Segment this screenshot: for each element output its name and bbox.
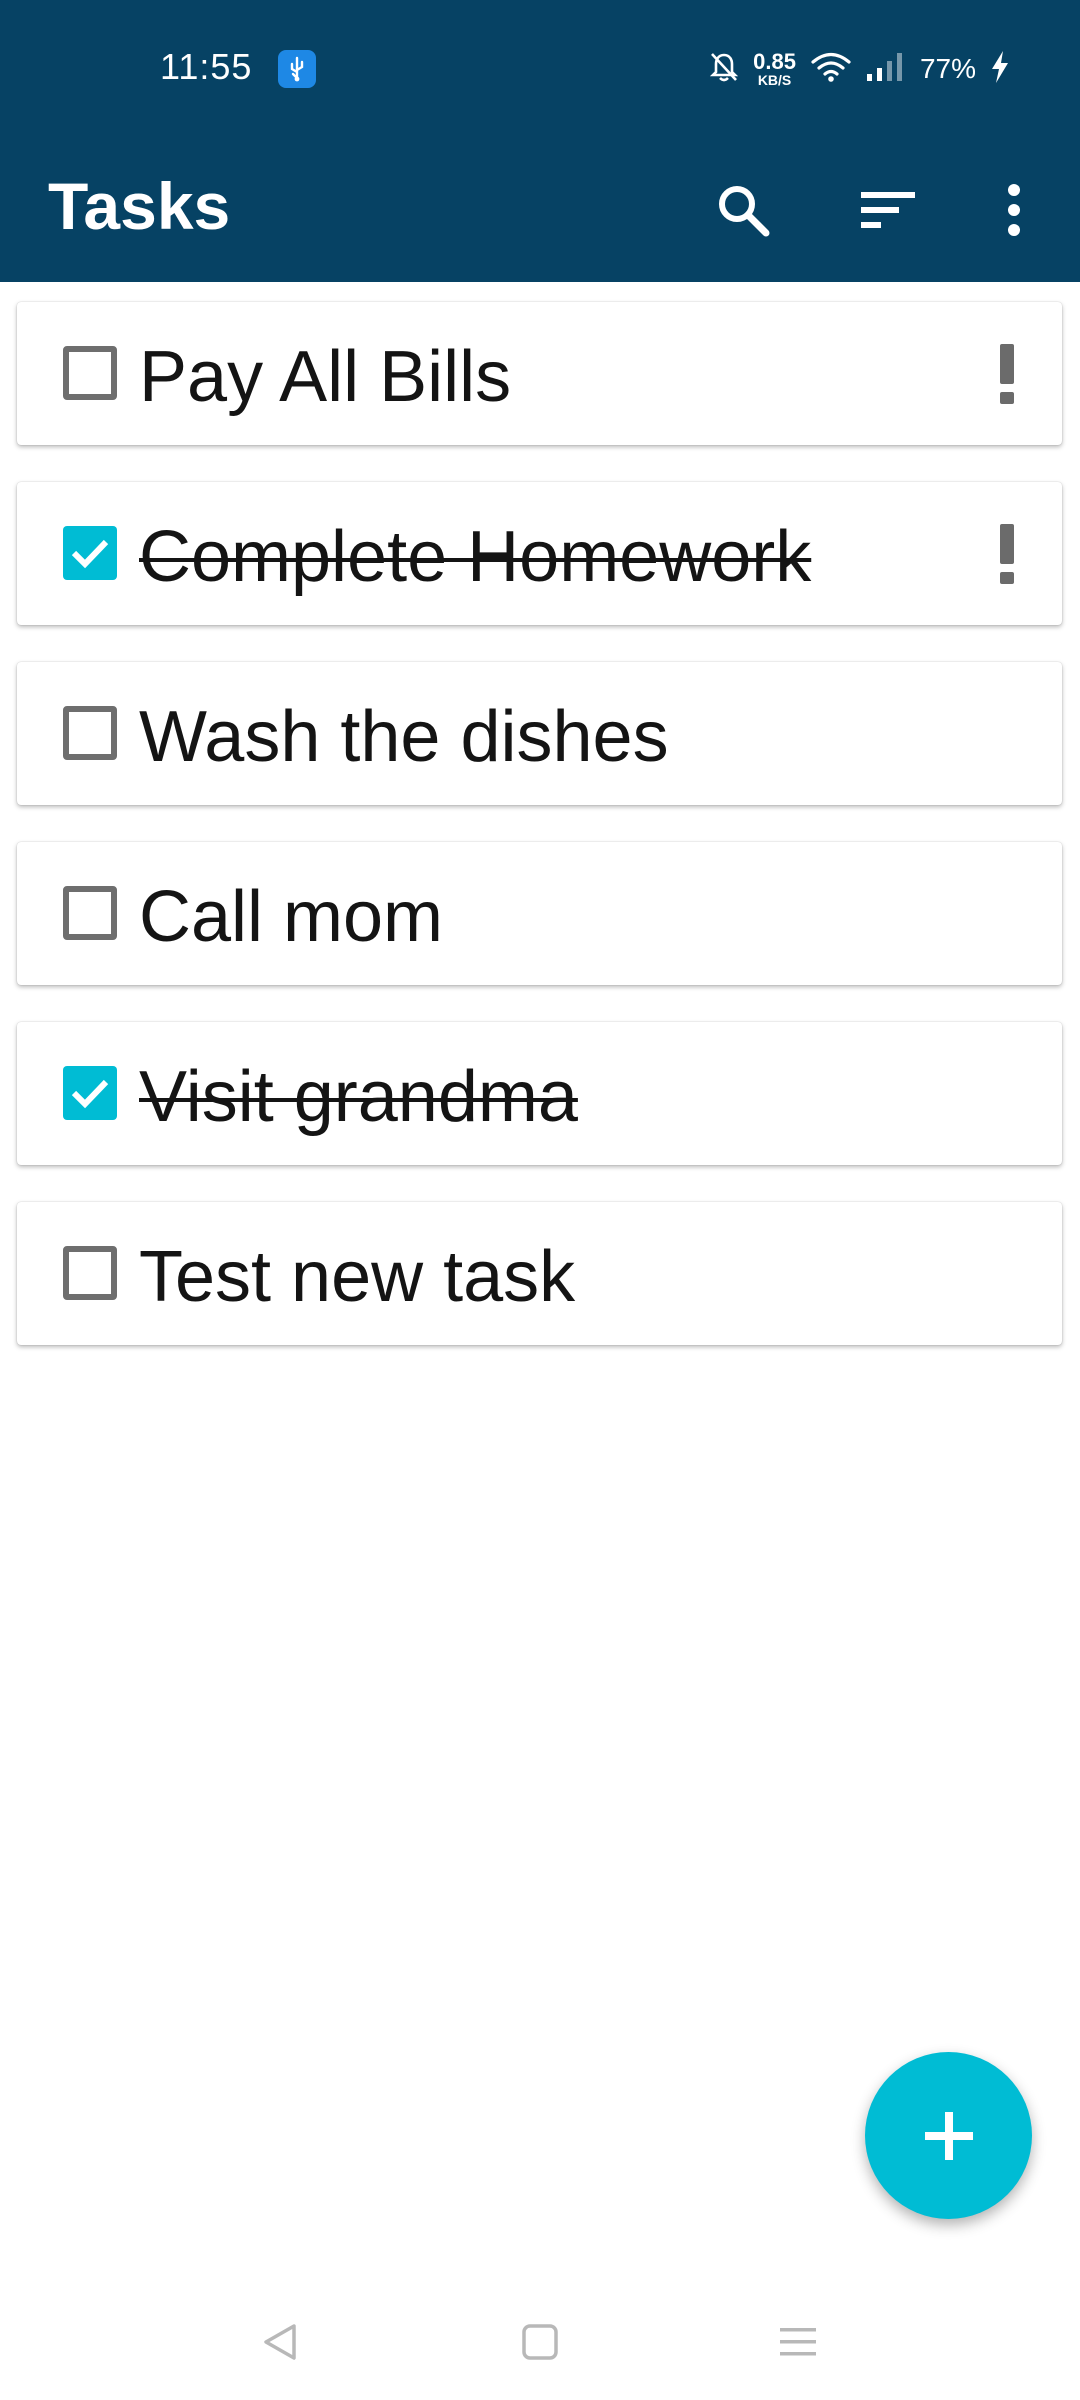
priority-icon bbox=[1000, 524, 1014, 584]
status-bar: 11:55 0.85 KB/S 77% bbox=[0, 0, 1080, 138]
bell-off-icon bbox=[709, 51, 739, 88]
back-icon[interactable] bbox=[240, 2302, 320, 2382]
net-speed: 0.85 KB/S bbox=[753, 49, 796, 88]
battery-level: 77% bbox=[919, 53, 976, 84]
task-card-5[interactable]: Test new task bbox=[17, 1202, 1062, 1345]
navigation-bar bbox=[0, 2282, 1080, 2400]
signal-icon bbox=[866, 52, 906, 87]
plus-icon bbox=[924, 2111, 973, 2160]
sort-icon[interactable] bbox=[840, 162, 936, 258]
task-title: Call mom bbox=[139, 877, 444, 957]
more-vert-icon[interactable] bbox=[966, 162, 1062, 258]
task-title: Visit grandma bbox=[139, 1057, 578, 1137]
task-checkbox[interactable] bbox=[63, 706, 117, 760]
task-checkbox[interactable] bbox=[63, 1246, 117, 1300]
task-checkbox[interactable] bbox=[63, 886, 117, 940]
task-title: Pay All Bills bbox=[139, 337, 512, 417]
priority-icon bbox=[1000, 344, 1014, 404]
home-icon[interactable] bbox=[500, 2302, 580, 2382]
task-card-3[interactable]: Call mom bbox=[17, 842, 1062, 985]
net-speed-value: 0.85 bbox=[753, 49, 796, 74]
task-card-2[interactable]: Wash the dishes bbox=[17, 662, 1062, 805]
task-card-4[interactable]: Visit grandma bbox=[17, 1022, 1062, 1165]
task-title: Test new task bbox=[139, 1237, 576, 1317]
app-bar: Tasks bbox=[0, 138, 1080, 282]
task-checkbox-checked[interactable] bbox=[63, 1066, 117, 1120]
wifi-icon bbox=[810, 51, 852, 88]
top-bar: 11:55 0.85 KB/S 77% Tasks bbox=[0, 0, 1080, 282]
usb-icon bbox=[278, 50, 316, 88]
task-checkbox-checked[interactable] bbox=[63, 526, 117, 580]
task-list: Pay All Bills Complete Homework Wash the… bbox=[17, 302, 1062, 1382]
recents-icon[interactable] bbox=[758, 2302, 838, 2382]
status-time: 11:55 bbox=[160, 46, 253, 87]
task-card-0[interactable]: Pay All Bills bbox=[17, 302, 1062, 445]
search-icon[interactable] bbox=[695, 162, 791, 258]
check-icon bbox=[71, 1079, 109, 1109]
task-card-1[interactable]: Complete Homework bbox=[17, 482, 1062, 625]
task-title: Complete Homework bbox=[139, 517, 812, 597]
net-speed-unit: KB/S bbox=[757, 72, 792, 88]
task-checkbox[interactable] bbox=[63, 346, 117, 400]
add-task-button[interactable] bbox=[865, 2052, 1032, 2219]
charging-icon bbox=[990, 50, 1010, 89]
page-title: Tasks bbox=[48, 169, 231, 243]
check-icon bbox=[71, 539, 109, 569]
status-icons: 0.85 KB/S 77% bbox=[709, 44, 1010, 94]
task-title: Wash the dishes bbox=[139, 697, 669, 777]
